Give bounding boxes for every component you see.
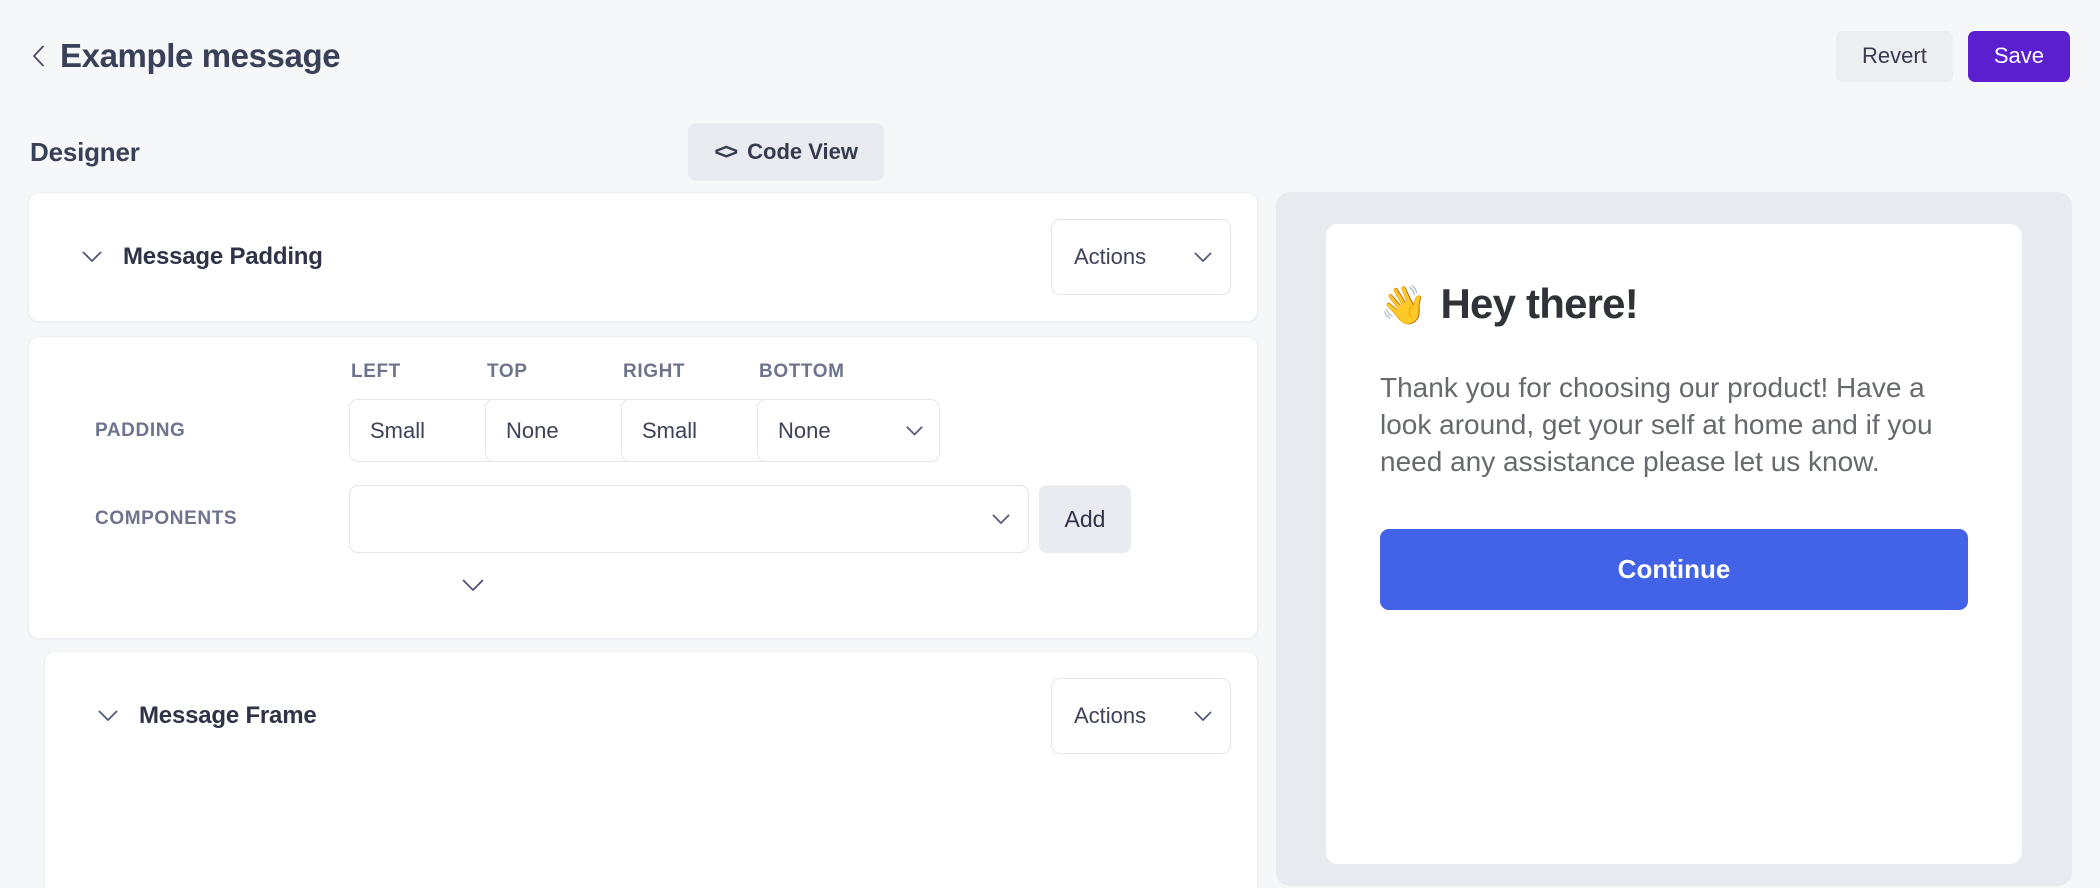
expand-more-row xyxy=(81,579,1231,592)
message-padding-section-header: Message Padding Actions xyxy=(28,192,1258,322)
components-dropdown[interactable] xyxy=(349,485,1029,553)
chevron-down-icon[interactable] xyxy=(97,705,119,727)
padding-bottom-value: None xyxy=(778,417,831,443)
card-gap xyxy=(28,322,1258,336)
designer-column: Message Padding Actions LEFT TOP RIGHT B… xyxy=(0,192,1258,888)
designer-heading: Designer xyxy=(30,136,140,167)
page-title: Example message xyxy=(60,37,341,74)
padding-left-cell: Small xyxy=(349,399,532,462)
padding-row-label: PADDING xyxy=(95,419,186,441)
designer-bar: Designer <> Code View xyxy=(0,112,2100,192)
section-header-row: Message Padding Actions xyxy=(29,193,1257,321)
section-header-row: Message Frame Actions xyxy=(45,652,1257,780)
padding-right-value: Small xyxy=(642,417,698,443)
padding-top-cell: None xyxy=(485,399,668,462)
chevron-down-icon[interactable] xyxy=(81,246,103,268)
message-preview-card: 👋 Hey there! Thank you for choosing our … xyxy=(1326,224,2022,864)
actions-dropdown-message-frame[interactable]: Actions xyxy=(1051,678,1231,754)
actions-dropdown-label: Actions xyxy=(1074,244,1147,269)
card-gap xyxy=(28,639,1258,651)
top-bar: Example message Revert Save xyxy=(0,0,2100,112)
title-group: Example message xyxy=(30,37,341,75)
code-brackets-icon: <> xyxy=(714,139,738,164)
code-view-button[interactable]: <> Code View xyxy=(688,123,884,181)
padding-column-header-top: TOP xyxy=(487,361,528,382)
message-frame-wrap: Message Frame Actions xyxy=(28,651,1258,888)
section-title-message-frame: Message Frame xyxy=(139,702,317,729)
continue-button[interactable]: Continue xyxy=(1380,528,1968,610)
padding-bottom-cell: None xyxy=(757,399,940,462)
message-padding-settings-card: LEFT TOP RIGHT BOTTOM PADDING Small None xyxy=(28,336,1258,639)
chevron-down-icon xyxy=(1194,252,1212,263)
preview-heading-row: 👋 Hey there! xyxy=(1380,280,1968,328)
actions-dropdown-message-padding[interactable]: Actions xyxy=(1051,219,1231,295)
chevron-left-icon[interactable] xyxy=(30,43,46,69)
revert-button[interactable]: Revert xyxy=(1836,30,1953,82)
padding-column-header-bottom: BOTTOM xyxy=(759,361,845,382)
main-content: Message Padding Actions LEFT TOP RIGHT B… xyxy=(0,192,2100,888)
code-view-label: Code View xyxy=(747,139,858,164)
waving-hand-icon: 👋 xyxy=(1380,285,1427,327)
add-component-button[interactable]: Add xyxy=(1039,485,1131,553)
padding-column-header-right: RIGHT xyxy=(623,361,686,382)
components-row: COMPONENTS Add xyxy=(81,485,1231,553)
padding-column-header-left: LEFT xyxy=(351,361,401,382)
preview-heading-text: Hey there! xyxy=(1440,280,1639,327)
padding-right-cell: Small xyxy=(621,399,804,462)
message-frame-section-header: Message Frame Actions xyxy=(44,651,1258,888)
chevron-down-icon[interactable] xyxy=(462,579,484,592)
save-button[interactable]: Save xyxy=(1967,30,2070,82)
message-preview-panel: 👋 Hey there! Thank you for choosing our … xyxy=(1276,192,2072,886)
section-body-placeholder xyxy=(45,780,1257,888)
padding-grid: LEFT TOP RIGHT BOTTOM PADDING Small None xyxy=(81,361,1231,462)
padding-left-value: Small xyxy=(370,417,426,443)
chevron-down-icon xyxy=(992,514,1010,525)
components-field: Add xyxy=(349,485,1231,553)
padding-top-value: None xyxy=(506,417,559,443)
preview-body-text: Thank you for choosing our product! Have… xyxy=(1380,372,1933,477)
top-bar-actions: Revert Save xyxy=(1836,30,2070,82)
section-title-message-padding: Message Padding xyxy=(123,243,323,270)
chevron-down-icon xyxy=(1194,711,1212,722)
padding-bottom-dropdown[interactable]: None xyxy=(757,399,940,462)
actions-dropdown-label: Actions xyxy=(1074,703,1147,728)
chevron-down-icon xyxy=(906,425,923,436)
components-row-label: COMPONENTS xyxy=(95,508,238,529)
